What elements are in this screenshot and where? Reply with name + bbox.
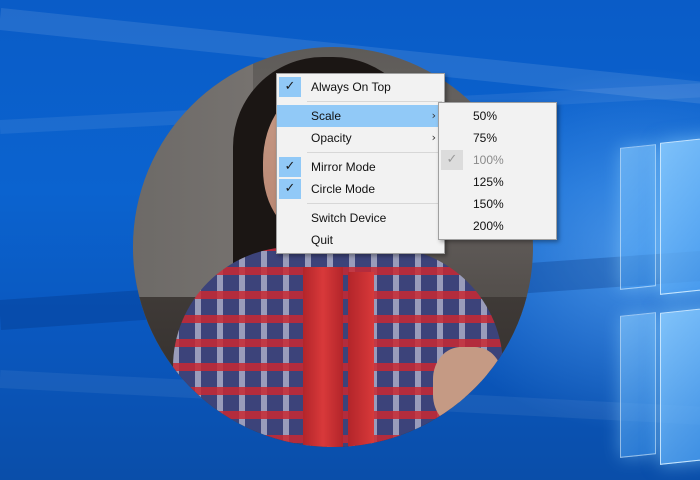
scale-option-75[interactable]: 75% bbox=[439, 127, 556, 149]
context-menu: ✓ Always On Top Scale › Opacity › ✓ Mirr… bbox=[276, 73, 445, 254]
webcam-person bbox=[303, 267, 343, 447]
menu-separator bbox=[307, 101, 442, 102]
menu-item-label: Mirror Mode bbox=[311, 160, 376, 174]
scale-option-200[interactable]: 200% bbox=[439, 215, 556, 237]
scale-option-125[interactable]: 125% bbox=[439, 171, 556, 193]
menu-item-label: Quit bbox=[311, 233, 334, 247]
chevron-right-icon: › bbox=[431, 109, 436, 122]
menu-item-circle-mode[interactable]: ✓ Circle Mode bbox=[277, 178, 444, 200]
menu-item-label: 75% bbox=[473, 131, 498, 145]
check-icon: ✓ bbox=[279, 77, 301, 97]
scale-option-100[interactable]: ✓ 100% bbox=[439, 149, 556, 171]
menu-item-label: Switch Device bbox=[311, 211, 387, 225]
check-icon: ✓ bbox=[279, 157, 301, 177]
menu-item-label: Always On Top bbox=[311, 80, 391, 94]
menu-item-opacity[interactable]: Opacity › bbox=[277, 127, 444, 149]
menu-item-label: 150% bbox=[473, 197, 504, 211]
menu-item-label: 100% bbox=[473, 153, 504, 167]
check-icon: ✓ bbox=[279, 179, 301, 199]
windows-logo-pane bbox=[620, 144, 656, 290]
menu-item-switch-device[interactable]: Switch Device bbox=[277, 207, 444, 229]
menu-item-mirror-mode[interactable]: ✓ Mirror Mode bbox=[277, 156, 444, 178]
menu-item-scale[interactable]: Scale › bbox=[277, 105, 444, 127]
chevron-right-icon: › bbox=[431, 131, 436, 144]
menu-item-label: 200% bbox=[473, 219, 504, 233]
windows-logo bbox=[620, 130, 700, 470]
windows-logo-pane bbox=[660, 133, 700, 295]
menu-separator bbox=[307, 152, 442, 153]
webcam-person bbox=[433, 347, 503, 427]
menu-separator bbox=[307, 203, 442, 204]
menu-item-label: Circle Mode bbox=[311, 182, 376, 196]
menu-item-label: Scale bbox=[311, 109, 342, 123]
menu-item-quit[interactable]: Quit bbox=[277, 229, 444, 251]
menu-item-label: Opacity bbox=[311, 131, 352, 145]
webcam-person bbox=[348, 272, 374, 447]
windows-logo-pane bbox=[660, 303, 700, 465]
scale-submenu: 50% 75% ✓ 100% 125% 150% 200% bbox=[438, 102, 557, 240]
scale-option-50[interactable]: 50% bbox=[439, 105, 556, 127]
windows-logo-pane bbox=[620, 312, 656, 458]
check-icon: ✓ bbox=[441, 150, 463, 170]
menu-item-label: 125% bbox=[473, 175, 504, 189]
menu-item-label: 50% bbox=[473, 109, 498, 123]
menu-item-always-on-top[interactable]: ✓ Always On Top bbox=[277, 76, 444, 98]
scale-option-150[interactable]: 150% bbox=[439, 193, 556, 215]
